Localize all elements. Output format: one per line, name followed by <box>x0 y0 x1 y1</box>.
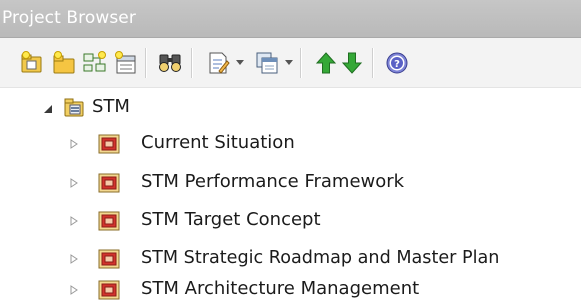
project-tree: STM Current Situation STM Performance Fr… <box>0 88 581 305</box>
tree-node-label: Current Situation <box>141 132 295 153</box>
tree-node[interactable]: Current Situation <box>0 128 581 158</box>
title-bar[interactable]: Project Browser <box>0 0 581 38</box>
expand-arrow-icon[interactable] <box>69 254 79 264</box>
tree-node[interactable]: STM Target Concept <box>0 205 581 235</box>
tree-node-label: STM Performance Framework <box>141 171 405 192</box>
tree-node-label: STM <box>92 96 130 117</box>
model-root-icon <box>63 96 85 118</box>
toolbar: ? <box>0 38 581 88</box>
new-diagram-icon[interactable] <box>82 50 108 76</box>
tree-node[interactable]: STM Performance Framework <box>0 167 581 197</box>
expand-arrow-icon[interactable] <box>69 139 79 149</box>
window-title: Project Browser <box>2 8 136 28</box>
svg-text:?: ? <box>394 59 400 70</box>
toolbar-separator <box>300 48 302 78</box>
move-up-icon[interactable] <box>313 50 339 76</box>
package-icon <box>98 172 120 194</box>
package-icon <box>98 210 120 232</box>
new-element-icon[interactable] <box>113 50 139 76</box>
find-icon[interactable] <box>157 50 183 76</box>
expand-arrow-icon[interactable] <box>69 216 79 226</box>
package-icon <box>98 279 120 301</box>
tree-node-label: STM Strategic Roadmap and Master Plan <box>141 248 500 268</box>
new-model-icon[interactable] <box>19 50 45 76</box>
tree-node-label: STM Architecture Management <box>141 278 420 299</box>
chevron-down-icon[interactable] <box>285 60 293 66</box>
tree-node-root[interactable]: STM <box>0 93 581 123</box>
toolbar-separator <box>191 48 193 78</box>
new-package-icon[interactable] <box>51 50 77 76</box>
move-down-icon[interactable] <box>339 50 365 76</box>
chevron-down-icon[interactable] <box>236 60 244 66</box>
toolbar-separator <box>145 48 147 78</box>
tree-node-label: STM Target Concept <box>141 209 321 230</box>
package-icon <box>98 133 120 155</box>
properties-icon[interactable] <box>205 50 231 76</box>
copy-icon[interactable] <box>254 50 280 76</box>
expand-arrow-icon[interactable] <box>69 178 79 188</box>
collapse-arrow-icon[interactable] <box>43 104 53 114</box>
toolbar-separator <box>372 48 374 78</box>
tree-node[interactable]: STM Architecture Management <box>0 274 581 304</box>
help-icon[interactable]: ? <box>384 50 410 76</box>
package-icon <box>98 248 120 270</box>
expand-arrow-icon[interactable] <box>69 285 79 295</box>
tree-node[interactable]: STM Strategic Roadmap and Master Plan <box>0 243 581 273</box>
